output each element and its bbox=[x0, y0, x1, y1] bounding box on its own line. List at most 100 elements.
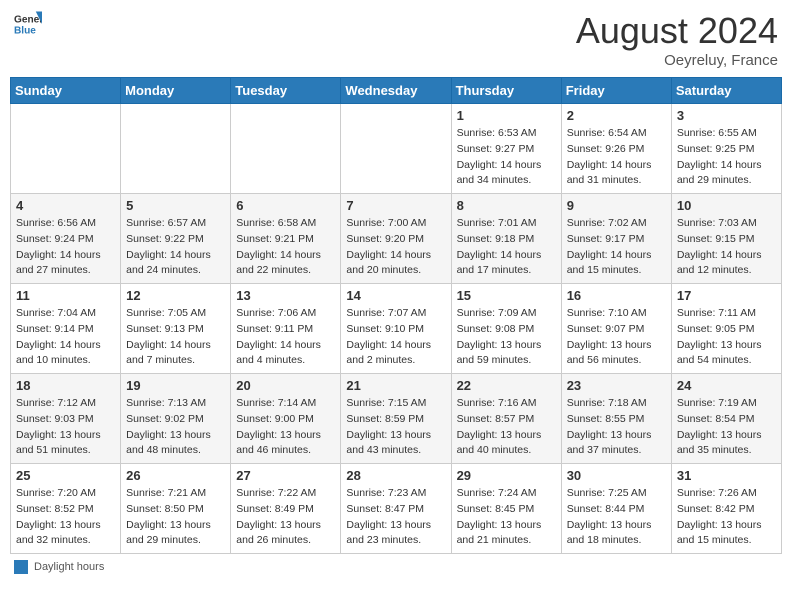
day-number: 29 bbox=[457, 468, 556, 483]
calendar-cell: 18Sunrise: 7:12 AM Sunset: 9:03 PM Dayli… bbox=[11, 374, 121, 464]
calendar-cell: 26 Sunrise: 7:21 AM Sunset: 8:50 PM Dayli… bbox=[121, 464, 231, 554]
day-number: 26 bbox=[126, 468, 225, 483]
day-number: 14 bbox=[346, 288, 445, 303]
legend: Daylight hours bbox=[10, 560, 782, 574]
calendar-cell: 5 Sunrise: 6:57 AM Sunset: 9:22 PM Daylig… bbox=[121, 194, 231, 284]
day-info: Sunrise: 7:09 AM Sunset: 9:08 PM Dayligh… bbox=[457, 306, 556, 369]
day-info: Sunrise: 7:02 AM Sunset: 9:17 PM Dayligh… bbox=[567, 216, 666, 279]
day-number: 11 bbox=[16, 288, 115, 303]
calendar-cell: 7 Sunrise: 7:00 AM Sunset: 9:20 PM Daylig… bbox=[341, 194, 451, 284]
title-block: August 2024 Oeyreluy, France bbox=[576, 10, 778, 69]
svg-text:Blue: Blue bbox=[14, 25, 36, 36]
day-number: 21 bbox=[346, 378, 445, 393]
day-number: 27 bbox=[236, 468, 335, 483]
calendar-cell: 23Sunrise: 7:18 AM Sunset: 8:55 PM Dayli… bbox=[561, 374, 671, 464]
col-thursday: Thursday bbox=[451, 78, 561, 104]
day-info: Sunrise: 7:03 AM Sunset: 9:15 PM Dayligh… bbox=[677, 216, 776, 279]
calendar-week-row: 1 Sunrise: 6:53 AM Sunset: 9:27 PM Daylig… bbox=[11, 104, 782, 194]
calendar-cell: 16Sunrise: 7:10 AM Sunset: 9:07 PM Dayli… bbox=[561, 284, 671, 374]
day-info: Sunrise: 7:04 AM Sunset: 9:14 PM Dayligh… bbox=[16, 306, 115, 369]
day-number: 13 bbox=[236, 288, 335, 303]
day-info: Sunrise: 7:23 AM Sunset: 8:47 PM Dayligh… bbox=[346, 486, 445, 549]
day-info: Sunrise: 6:55 AM Sunset: 9:25 PM Dayligh… bbox=[677, 126, 776, 189]
calendar-header-row: Sunday Monday Tuesday Wednesday Thursday… bbox=[11, 78, 782, 104]
day-number: 6 bbox=[236, 198, 335, 213]
calendar-cell: 25 Sunrise: 7:20 AM Sunset: 8:52 PM Dayli… bbox=[11, 464, 121, 554]
day-info: Sunrise: 7:15 AM Sunset: 8:59 PM Dayligh… bbox=[346, 396, 445, 459]
calendar-cell: 30Sunrise: 7:25 AM Sunset: 8:44 PM Dayli… bbox=[561, 464, 671, 554]
logo-icon: General Blue bbox=[14, 10, 42, 38]
calendar-cell: 20Sunrise: 7:14 AM Sunset: 9:00 PM Dayli… bbox=[231, 374, 341, 464]
calendar-week-row: 11 Sunrise: 7:04 AM Sunset: 9:14 PM Dayli… bbox=[11, 284, 782, 374]
day-info: Sunrise: 7:11 AM Sunset: 9:05 PM Dayligh… bbox=[677, 306, 776, 369]
calendar-cell bbox=[341, 104, 451, 194]
calendar-cell: 10Sunrise: 7:03 AM Sunset: 9:15 PM Dayli… bbox=[671, 194, 781, 284]
day-info: Sunrise: 6:58 AM Sunset: 9:21 PM Dayligh… bbox=[236, 216, 335, 279]
day-number: 17 bbox=[677, 288, 776, 303]
calendar-cell: 6 Sunrise: 6:58 AM Sunset: 9:21 PM Daylig… bbox=[231, 194, 341, 284]
col-sunday: Sunday bbox=[11, 78, 121, 104]
calendar-cell: 15Sunrise: 7:09 AM Sunset: 9:08 PM Dayli… bbox=[451, 284, 561, 374]
day-info: Sunrise: 7:24 AM Sunset: 8:45 PM Dayligh… bbox=[457, 486, 556, 549]
calendar-cell: 14 Sunrise: 7:07 AM Sunset: 9:10 PM Dayli… bbox=[341, 284, 451, 374]
calendar-cell: 17 Sunrise: 7:11 AM Sunset: 9:05 PM Dayli… bbox=[671, 284, 781, 374]
calendar-cell: 21 Sunrise: 7:15 AM Sunset: 8:59 PM Dayli… bbox=[341, 374, 451, 464]
calendar-cell: 12 Sunrise: 7:05 AM Sunset: 9:13 PM Dayli… bbox=[121, 284, 231, 374]
day-number: 4 bbox=[16, 198, 115, 213]
col-saturday: Saturday bbox=[671, 78, 781, 104]
day-number: 12 bbox=[126, 288, 225, 303]
logo: General Blue bbox=[14, 10, 42, 38]
day-number: 28 bbox=[346, 468, 445, 483]
calendar-cell: 2Sunrise: 6:54 AM Sunset: 9:26 PM Daylig… bbox=[561, 104, 671, 194]
calendar-cell: 24Sunrise: 7:19 AM Sunset: 8:54 PM Dayli… bbox=[671, 374, 781, 464]
calendar-cell: 19Sunrise: 7:13 AM Sunset: 9:02 PM Dayli… bbox=[121, 374, 231, 464]
calendar-week-row: 4 Sunrise: 6:56 AM Sunset: 9:24 PM Daylig… bbox=[11, 194, 782, 284]
calendar-cell: 27 Sunrise: 7:22 AM Sunset: 8:49 PM Dayli… bbox=[231, 464, 341, 554]
calendar-cell: 29 Sunrise: 7:24 AM Sunset: 8:45 PM Dayli… bbox=[451, 464, 561, 554]
day-number: 5 bbox=[126, 198, 225, 213]
day-info: Sunrise: 7:22 AM Sunset: 8:49 PM Dayligh… bbox=[236, 486, 335, 549]
day-info: Sunrise: 6:56 AM Sunset: 9:24 PM Dayligh… bbox=[16, 216, 115, 279]
calendar: Sunday Monday Tuesday Wednesday Thursday… bbox=[10, 77, 782, 554]
calendar-cell: 9 Sunrise: 7:02 AM Sunset: 9:17 PM Daylig… bbox=[561, 194, 671, 284]
day-number: 8 bbox=[457, 198, 556, 213]
col-monday: Monday bbox=[121, 78, 231, 104]
day-info: Sunrise: 7:20 AM Sunset: 8:52 PM Dayligh… bbox=[16, 486, 115, 549]
day-info: Sunrise: 7:26 AM Sunset: 8:42 PM Dayligh… bbox=[677, 486, 776, 549]
calendar-cell: 4 Sunrise: 6:56 AM Sunset: 9:24 PM Daylig… bbox=[11, 194, 121, 284]
day-info: Sunrise: 7:00 AM Sunset: 9:20 PM Dayligh… bbox=[346, 216, 445, 279]
day-info: Sunrise: 7:13 AM Sunset: 9:02 PM Dayligh… bbox=[126, 396, 225, 459]
location: Oeyreluy, France bbox=[576, 52, 778, 69]
calendar-cell: 13 Sunrise: 7:06 AM Sunset: 9:11 PM Dayli… bbox=[231, 284, 341, 374]
day-info: Sunrise: 7:21 AM Sunset: 8:50 PM Dayligh… bbox=[126, 486, 225, 549]
svg-text:General: General bbox=[14, 14, 42, 25]
day-info: Sunrise: 7:06 AM Sunset: 9:11 PM Dayligh… bbox=[236, 306, 335, 369]
day-number: 22 bbox=[457, 378, 556, 393]
day-info: Sunrise: 7:05 AM Sunset: 9:13 PM Dayligh… bbox=[126, 306, 225, 369]
day-number: 9 bbox=[567, 198, 666, 213]
day-info: Sunrise: 6:57 AM Sunset: 9:22 PM Dayligh… bbox=[126, 216, 225, 279]
day-number: 7 bbox=[346, 198, 445, 213]
legend-label: Daylight hours bbox=[34, 561, 104, 573]
day-number: 3 bbox=[677, 108, 776, 123]
day-info: Sunrise: 7:25 AM Sunset: 8:44 PM Dayligh… bbox=[567, 486, 666, 549]
calendar-cell: 11 Sunrise: 7:04 AM Sunset: 9:14 PM Dayli… bbox=[11, 284, 121, 374]
calendar-cell: 8 Sunrise: 7:01 AM Sunset: 9:18 PM Daylig… bbox=[451, 194, 561, 284]
day-info: Sunrise: 6:54 AM Sunset: 9:26 PM Dayligh… bbox=[567, 126, 666, 189]
col-tuesday: Tuesday bbox=[231, 78, 341, 104]
day-number: 25 bbox=[16, 468, 115, 483]
calendar-cell: 1 Sunrise: 6:53 AM Sunset: 9:27 PM Daylig… bbox=[451, 104, 561, 194]
day-info: Sunrise: 7:07 AM Sunset: 9:10 PM Dayligh… bbox=[346, 306, 445, 369]
day-number: 1 bbox=[457, 108, 556, 123]
calendar-week-row: 25 Sunrise: 7:20 AM Sunset: 8:52 PM Dayli… bbox=[11, 464, 782, 554]
day-number: 16 bbox=[567, 288, 666, 303]
header: General Blue August 2024 Oeyreluy, Franc… bbox=[10, 10, 782, 69]
day-number: 24 bbox=[677, 378, 776, 393]
calendar-cell: 3 Sunrise: 6:55 AM Sunset: 9:25 PM Daylig… bbox=[671, 104, 781, 194]
day-info: Sunrise: 6:53 AM Sunset: 9:27 PM Dayligh… bbox=[457, 126, 556, 189]
day-info: Sunrise: 7:18 AM Sunset: 8:55 PM Dayligh… bbox=[567, 396, 666, 459]
calendar-cell: 31Sunrise: 7:26 AM Sunset: 8:42 PM Dayli… bbox=[671, 464, 781, 554]
day-info: Sunrise: 7:16 AM Sunset: 8:57 PM Dayligh… bbox=[457, 396, 556, 459]
calendar-week-row: 18Sunrise: 7:12 AM Sunset: 9:03 PM Dayli… bbox=[11, 374, 782, 464]
day-info: Sunrise: 7:01 AM Sunset: 9:18 PM Dayligh… bbox=[457, 216, 556, 279]
